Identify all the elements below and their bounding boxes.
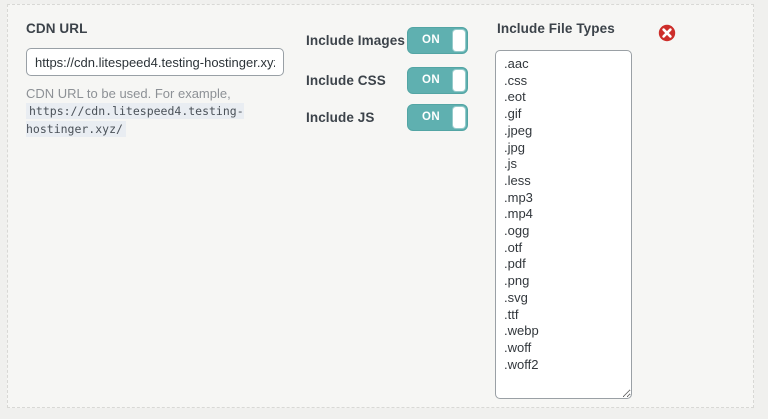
toggle-row-include-images: Include Images ON xyxy=(306,26,468,54)
include-images-toggle[interactable]: ON xyxy=(407,27,468,54)
include-js-label: Include JS xyxy=(306,110,375,125)
include-file-types-label: Include File Types xyxy=(497,21,615,36)
include-images-label: Include Images xyxy=(306,33,405,48)
include-js-toggle[interactable]: ON xyxy=(407,104,468,131)
include-css-toggle[interactable]: ON xyxy=(407,67,468,94)
toggle-row-include-css: Include CSS ON xyxy=(306,66,468,94)
include-css-label: Include CSS xyxy=(306,73,386,88)
toggle-knob xyxy=(453,70,465,91)
include-images-toggle-state: ON xyxy=(408,28,454,53)
toggle-knob xyxy=(453,107,465,128)
cdn-url-input[interactable] xyxy=(26,48,284,76)
include-js-toggle-state: ON xyxy=(408,105,454,130)
toggle-row-include-js: Include JS ON xyxy=(306,103,468,131)
cdn-url-description: CDN URL to be used. For example, https:/… xyxy=(26,85,288,138)
toggle-knob xyxy=(453,30,465,51)
cdn-settings-page: { "colors": { "accent_teal": "#5fb0b0", … xyxy=(0,0,768,419)
dismiss-icon[interactable] xyxy=(658,24,676,42)
include-css-toggle-state: ON xyxy=(408,68,454,93)
cdn-url-label: CDN URL xyxy=(26,21,87,36)
cdn-url-description-text: CDN URL to be used. For example, xyxy=(26,86,231,101)
cdn-url-example-code: https://cdn.litespeed4.testing-hostinger… xyxy=(26,103,244,137)
include-file-types-textarea[interactable]: .aac .css .eot .gif .jpeg .jpg .js .less… xyxy=(495,50,632,399)
cdn-settings-panel: CDN URL CDN URL to be used. For example,… xyxy=(7,4,754,408)
